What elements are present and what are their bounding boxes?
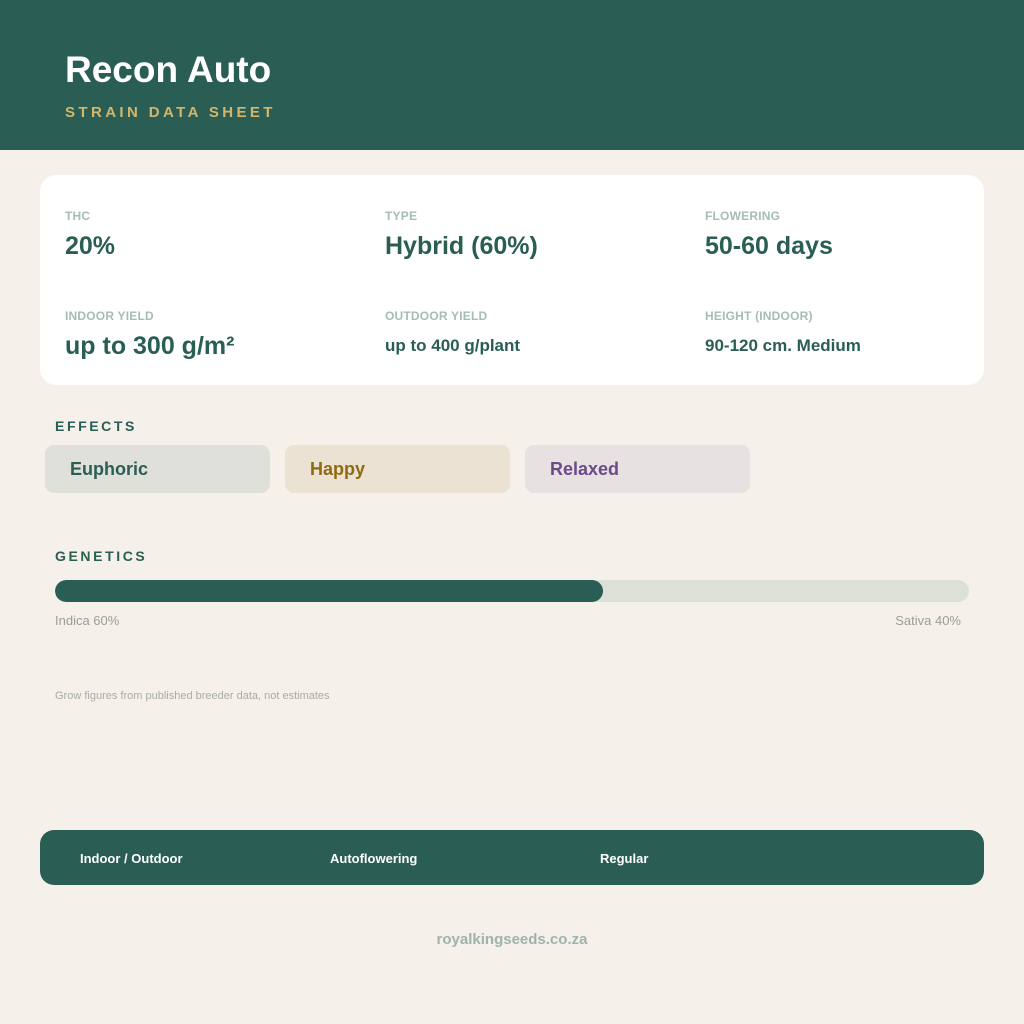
stat-label: THC — [65, 209, 91, 223]
indica-label: Indica 60% — [55, 613, 120, 628]
genetics-bar — [55, 580, 969, 602]
stat-value: up to 400 g/plant — [385, 336, 521, 355]
stat-label: FLOWERING — [705, 209, 781, 223]
effect-tag-label: Happy — [310, 459, 366, 479]
stat-value: 20% — [65, 232, 116, 260]
footer-tag-seed-type: Regular — [600, 851, 649, 866]
stats-card: THC 20% TYPE Hybrid (60%) FLOWERING 50-6… — [40, 175, 984, 385]
stat-indoor-yield: INDOOR YIELD up to 300 g/m² — [65, 309, 234, 361]
stat-label: INDOOR YIELD — [65, 309, 154, 323]
stat-value: Hybrid (60%) — [385, 232, 538, 260]
effect-tag-relaxed: Relaxed — [525, 445, 750, 493]
stat-value: up to 300 g/m² — [65, 332, 235, 360]
effect-tag-label: Relaxed — [550, 459, 620, 479]
page-subtitle: STRAIN DATA SHEET — [65, 104, 276, 121]
genetics-bar-indica-fill — [55, 580, 604, 602]
footer-tag-flowering-type: Autoflowering — [330, 851, 418, 866]
stat-value: 90-120 cm. Medium — [705, 336, 861, 355]
stat-thc: THC 20% — [65, 209, 115, 261]
page-title: Recon Auto — [65, 49, 272, 90]
stat-label: OUTDOOR YIELD — [385, 309, 488, 323]
stat-value: 50-60 days — [705, 232, 833, 260]
stat-type: TYPE Hybrid (60%) — [385, 209, 538, 261]
sativa-label: Sativa 40% — [895, 613, 961, 628]
header-banner: Recon Auto STRAIN DATA SHEET — [0, 0, 1024, 150]
stat-label: HEIGHT (INDOOR) — [705, 309, 813, 323]
footer-tag-bar: Indoor / Outdoor Autoflowering Regular — [40, 830, 984, 885]
stat-label: TYPE — [385, 209, 418, 223]
genetics-heading: GENETICS — [55, 548, 148, 564]
stat-height: HEIGHT (INDOOR) 90-120 cm. Medium — [705, 309, 861, 357]
footnote: Grow figures from published breeder data… — [55, 690, 330, 702]
effect-tag-euphoric: Euphoric — [45, 445, 270, 493]
effect-tag-happy: Happy — [285, 445, 510, 493]
footer-tag-environment: Indoor / Outdoor — [80, 851, 183, 866]
stat-flowering: FLOWERING 50-60 days — [705, 209, 833, 261]
effect-tag-label: Euphoric — [70, 459, 149, 479]
effects-heading: EFFECTS — [55, 418, 137, 434]
stat-outdoor-yield: OUTDOOR YIELD up to 400 g/plant — [385, 309, 520, 357]
website-link[interactable]: royalkingseeds.co.za — [0, 931, 1024, 949]
